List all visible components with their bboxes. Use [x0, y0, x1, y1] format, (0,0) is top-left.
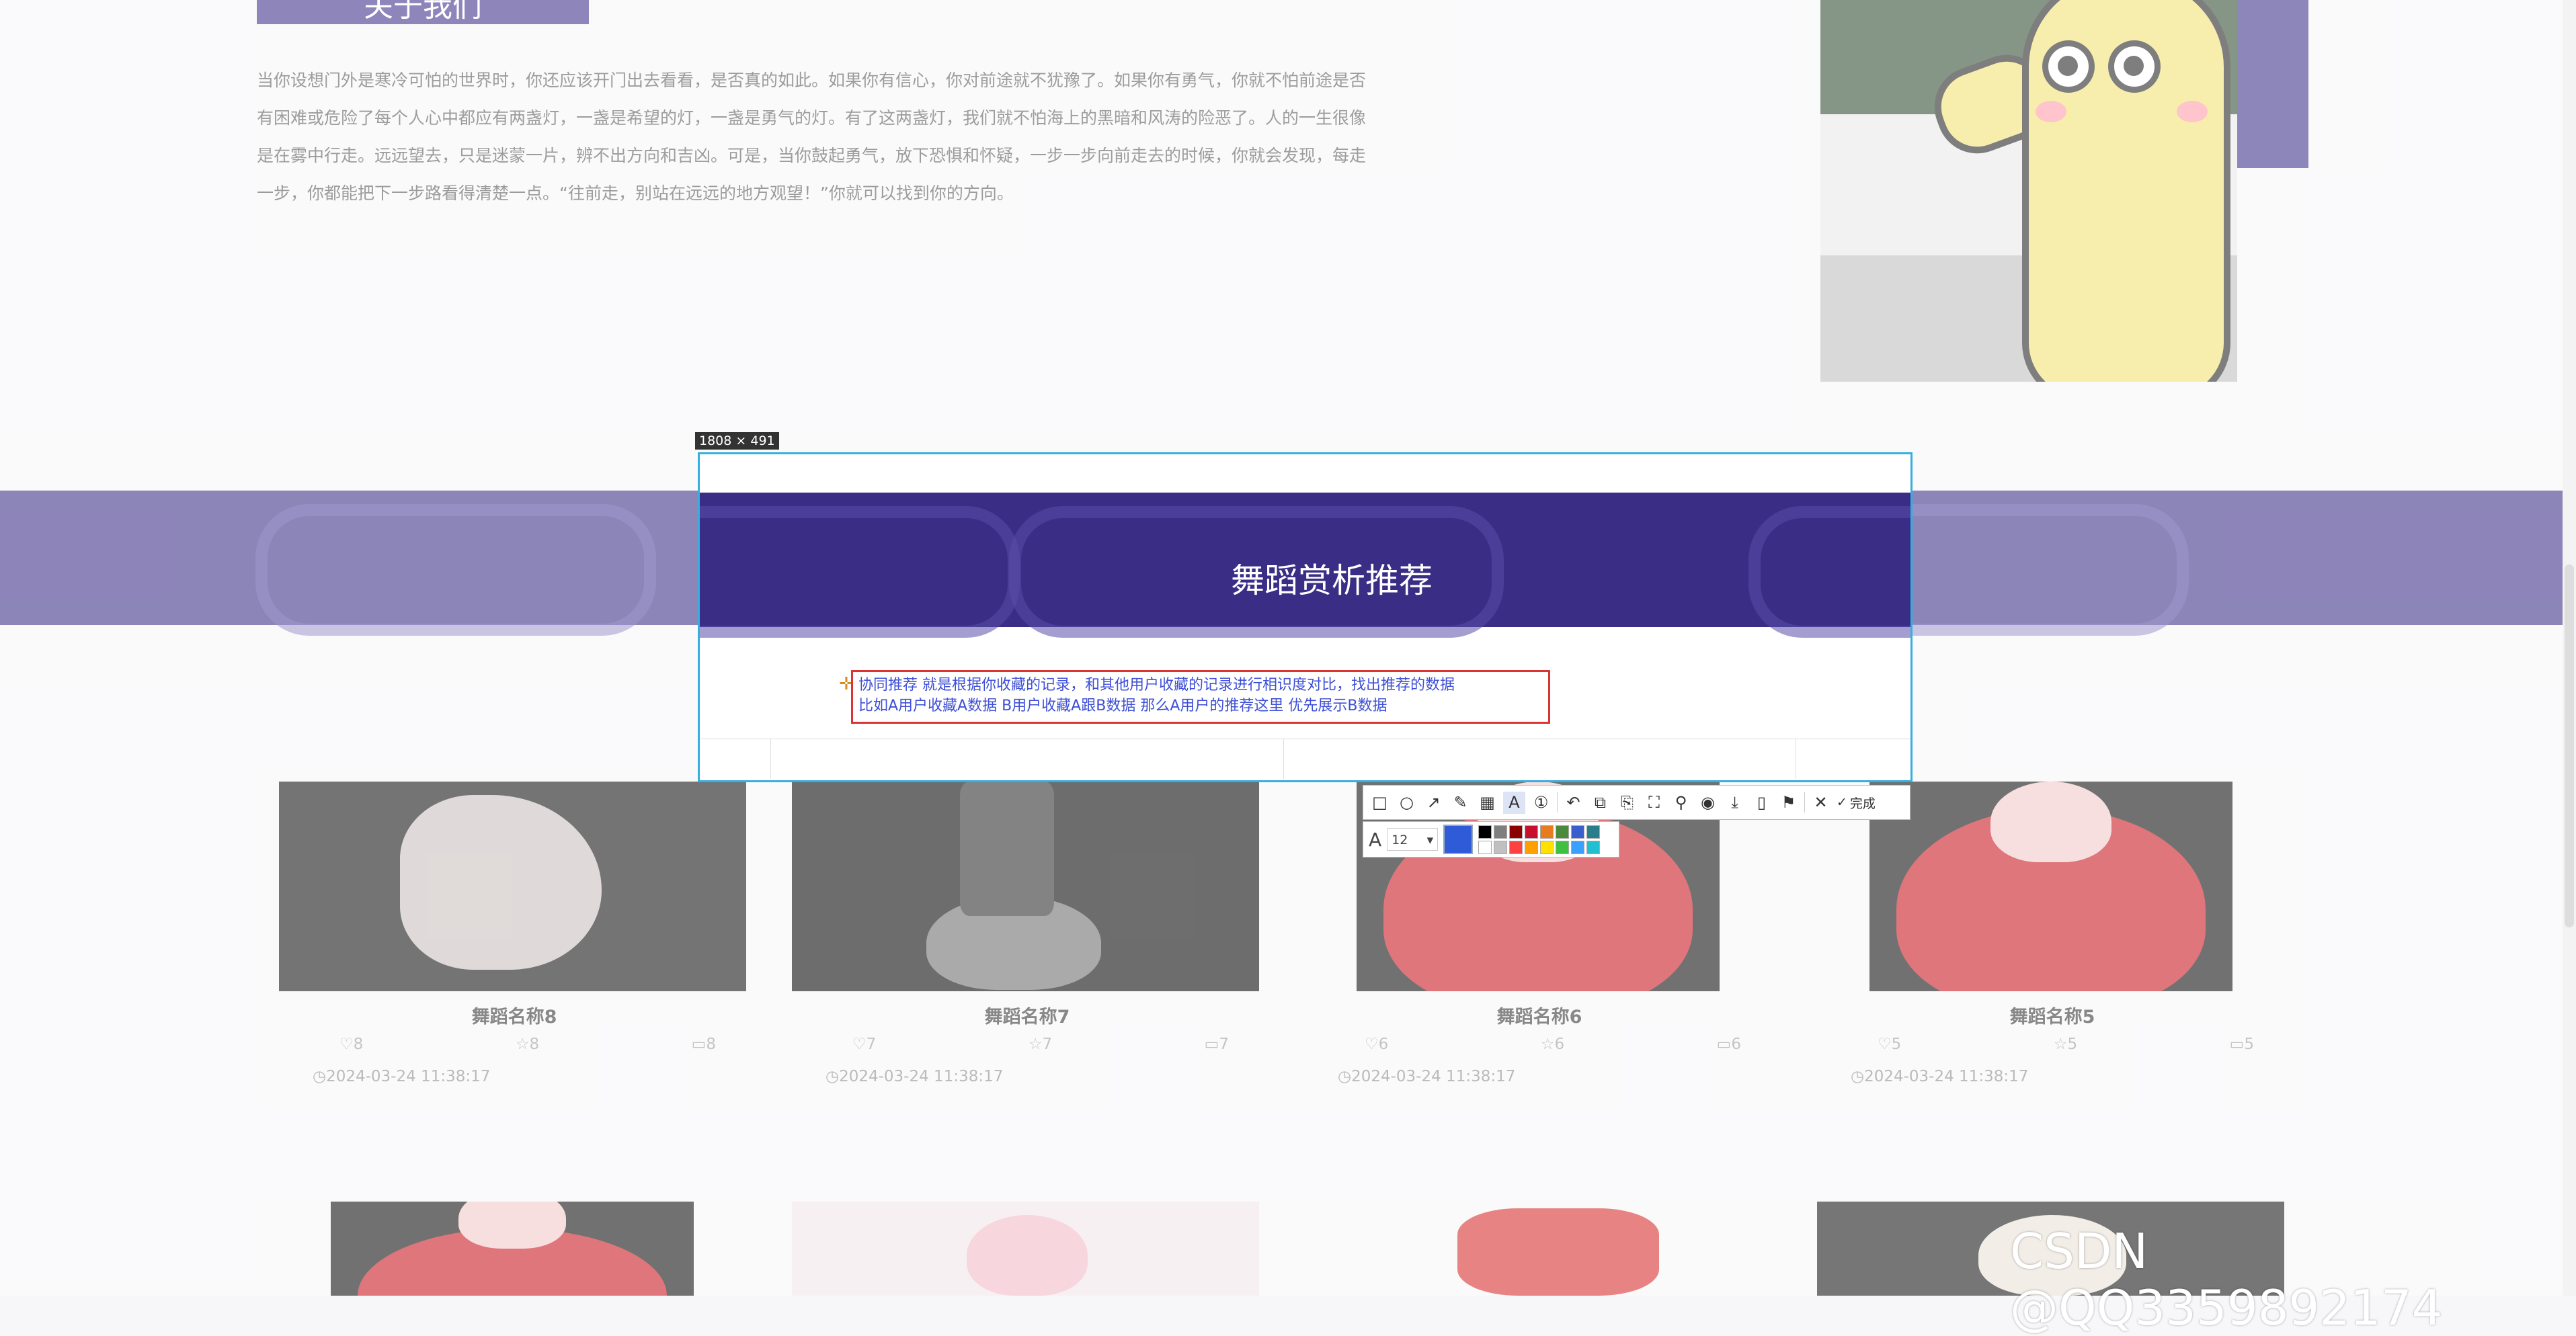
text-icon[interactable]: A — [1503, 791, 1525, 814]
font-size-select[interactable]: 12 ▾ — [1387, 828, 1439, 851]
capture-size-label: 1808 × 491 — [695, 432, 779, 450]
ellipse-icon[interactable]: ○ — [1396, 792, 1418, 814]
color-swatch[interactable] — [1556, 825, 1570, 839]
color-swatch[interactable] — [1494, 840, 1508, 854]
color-swatch[interactable] — [1540, 825, 1554, 839]
color-swatch[interactable] — [1494, 825, 1508, 839]
pen-icon[interactable]: ✎ — [1449, 792, 1472, 814]
pin-icon[interactable]: ⚲ — [1670, 792, 1692, 814]
done-button[interactable]: ✓ 完成 — [1837, 794, 1876, 812]
capture-region[interactable]: 舞蹈赏析推荐 — [698, 452, 1913, 782]
number-icon[interactable]: ① — [1530, 792, 1552, 814]
color-swatch[interactable] — [1586, 840, 1601, 854]
color-swatch[interactable] — [1571, 825, 1585, 839]
annotation-line: 协同推荐 就是根据你收藏的记录，和其他用户收藏的记录进行相识度对比，找出推荐的数… — [858, 677, 1455, 694]
download-icon[interactable]: ⤓ — [1724, 792, 1746, 814]
banner-title: 舞蹈赏析推荐 — [1231, 561, 1433, 600]
rectangle-icon[interactable]: □ — [1369, 792, 1391, 814]
color-palette — [1478, 825, 1601, 854]
chevron-down-icon: ▾ — [1426, 833, 1434, 847]
color-swatch[interactable] — [1540, 840, 1554, 854]
csdn-watermark: CSDN @QQ3359892174 — [2010, 1223, 2443, 1336]
color-swatch[interactable] — [1586, 825, 1601, 839]
annotation-line: 比如A用户收藏A数据 B用户收藏A跟B数据 那么A用户的推荐这里 优先展示B数据 — [858, 698, 1387, 714]
redo-icon[interactable]: ⧉ — [1589, 792, 1611, 814]
undo-icon[interactable]: ↶ — [1562, 792, 1584, 814]
text-style-toolbar: A 12 ▾ — [1363, 821, 1619, 858]
text-annotation-box[interactable]: 协同推荐 就是根据你收藏的记录，和其他用户收藏的记录进行相识度对比，找出推荐的数… — [851, 670, 1550, 724]
font-icon: A — [1369, 828, 1382, 851]
mosaic-icon[interactable]: ▦ — [1476, 792, 1498, 814]
record-icon[interactable]: ◉ — [1697, 792, 1719, 814]
screenshot-toolbar: □ ○ ↗ ✎ ▦ A ① ↶ ⧉ ⎘ ⛶ ⚲ ◉ ⤓ ▯ ⚑ ✕ ✓ 完成 — [1363, 785, 1910, 820]
arrow-icon[interactable]: ↗ — [1422, 792, 1445, 814]
copy-icon[interactable]: ⎘ — [1616, 792, 1638, 814]
color-swatch[interactable] — [1525, 840, 1539, 854]
close-icon[interactable]: ✕ — [1810, 792, 1832, 814]
color-swatch[interactable] — [1478, 825, 1492, 839]
long-screenshot-icon[interactable]: ▯ — [1750, 792, 1773, 814]
color-swatch[interactable] — [1525, 825, 1539, 839]
color-swatch[interactable] — [1556, 840, 1570, 854]
color-swatch[interactable] — [1509, 840, 1523, 854]
current-color-swatch[interactable] — [1443, 825, 1474, 854]
bookmark-icon[interactable]: ⚑ — [1777, 792, 1800, 814]
color-swatch[interactable] — [1478, 840, 1492, 854]
check-icon: ✓ — [1837, 795, 1847, 810]
color-swatch[interactable] — [1571, 840, 1585, 854]
color-swatch[interactable] — [1509, 825, 1523, 839]
scroll-capture-icon[interactable]: ⛶ — [1643, 792, 1665, 814]
